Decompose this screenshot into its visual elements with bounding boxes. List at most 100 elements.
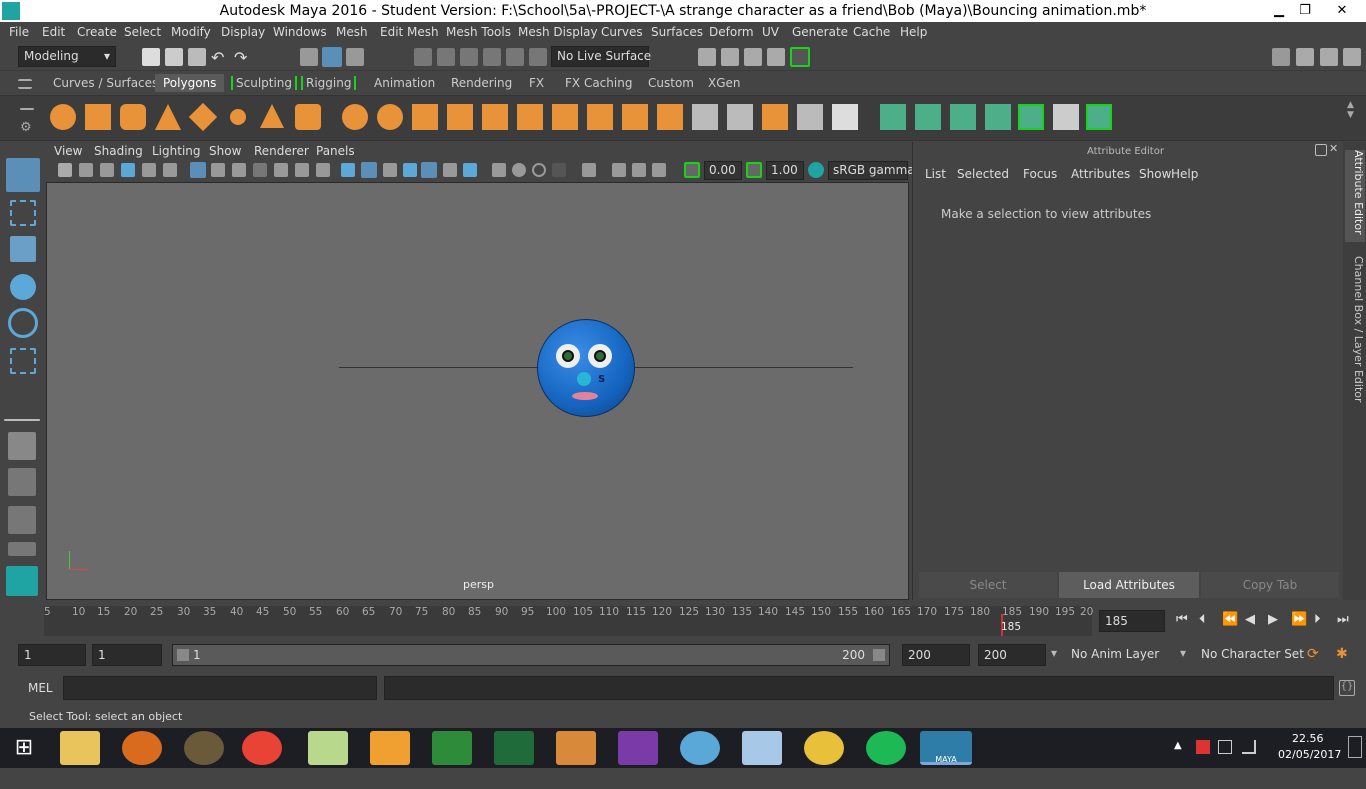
power-tray-icon[interactable] (1218, 740, 1232, 754)
attr-menu-show[interactable]: Show (1139, 167, 1171, 181)
depth-of-field-icon[interactable] (552, 163, 566, 177)
new-scene-icon[interactable] (142, 48, 160, 66)
tab-custom[interactable]: Custom (645, 76, 697, 90)
gate-mask-icon[interactable] (253, 163, 267, 177)
clock-date[interactable]: 02/05/2017 (1278, 748, 1341, 761)
speaker-app-icon[interactable] (184, 731, 224, 765)
scale-tool-icon[interactable] (10, 348, 36, 374)
offset-edge-loop-icon[interactable] (622, 104, 648, 130)
hypershade-icon[interactable] (790, 47, 810, 67)
smooth-icon[interactable] (447, 104, 473, 130)
field-chart-icon[interactable] (274, 163, 288, 177)
poly-plane-icon[interactable] (188, 102, 218, 132)
playback-start-field[interactable]: 1 (92, 644, 162, 666)
close-panel-icon[interactable]: ✕ (1329, 142, 1341, 155)
maya-taskbar-button[interactable]: MAYA (920, 731, 972, 765)
tab-channel-box[interactable]: Channel Box / Layer Editor (1345, 256, 1365, 403)
menu-mesh[interactable]: Mesh (336, 25, 368, 39)
insert-edge-loop-icon[interactable] (587, 104, 613, 130)
screen-space-ao-icon[interactable] (492, 163, 506, 177)
poly-cone-icon[interactable] (155, 104, 181, 130)
windows-start-icon[interactable]: ⊞ (4, 731, 44, 765)
attr-menu-attributes[interactable]: Attributes (1071, 167, 1130, 181)
select-tool-icon[interactable] (6, 158, 40, 192)
current-frame-field[interactable]: 185 (1099, 610, 1165, 632)
image-plane-icon[interactable] (121, 163, 135, 177)
undo-icon[interactable]: ↶ (211, 48, 229, 67)
tab-polygons[interactable]: Polygons (155, 74, 225, 92)
attribute-editor-toggle-icon[interactable] (1343, 48, 1361, 66)
save-scene-icon[interactable] (188, 48, 206, 66)
poly-cylinder-icon[interactable] (120, 104, 146, 130)
maya-home-icon[interactable] (6, 566, 38, 596)
poly-pipe-icon[interactable] (295, 104, 321, 130)
media-player-icon[interactable] (370, 731, 410, 765)
character-set-dropdown[interactable]: No Character Set (1196, 644, 1304, 666)
snap-point-icon[interactable] (460, 48, 478, 66)
spotify-icon[interactable] (866, 731, 906, 765)
anim-layer-dropdown[interactable]: No Anim Layer (1066, 644, 1174, 666)
safe-action-icon[interactable] (295, 163, 309, 177)
bookmark-icon[interactable] (100, 163, 114, 177)
panel-menu-view[interactable]: View (54, 144, 82, 158)
open-scene-icon[interactable] (165, 48, 183, 66)
redo-icon[interactable]: ↷ (234, 48, 252, 67)
panel-menu-panels[interactable]: Panels (316, 144, 355, 158)
film-gate-icon[interactable] (211, 163, 225, 177)
menu-create[interactable]: Create (77, 25, 117, 39)
step-back-key-icon[interactable]: ⏪ (1222, 612, 1240, 630)
step-forward-icon[interactable]: ⏵ (1314, 612, 1332, 630)
color-space-field[interactable]: sRGB gamma (828, 161, 915, 180)
notes-app-icon[interactable] (742, 731, 782, 765)
textured-icon[interactable] (403, 163, 417, 177)
tab-rigging[interactable]: Rigging (301, 76, 357, 90)
snap-view-icon[interactable] (483, 48, 501, 66)
time-ruler[interactable]: 5 10 15 20 25 30 35 40 45 50 55 60 65 70… (44, 606, 1093, 636)
mel-label[interactable]: MEL (28, 681, 53, 695)
paint-icon[interactable] (680, 731, 720, 765)
live-surface-field[interactable]: No Live Surface (551, 46, 651, 67)
use-lights-icon[interactable] (383, 163, 397, 177)
sticky-notes-icon[interactable] (308, 731, 348, 765)
anti-aliasing-icon[interactable] (532, 163, 546, 177)
camtasia-icon[interactable] (432, 731, 472, 765)
render-settings-icon[interactable] (767, 48, 785, 66)
range-handle-end[interactable] (873, 649, 885, 661)
file-explorer-icon[interactable] (60, 731, 100, 765)
uv-planar-icon[interactable] (880, 104, 906, 130)
menu-uv[interactable]: UV (762, 25, 779, 39)
viewport[interactable]: S persp (46, 182, 909, 600)
step-back-icon[interactable]: ⏴ (1199, 612, 1217, 630)
menu-deform[interactable]: Deform (709, 25, 754, 39)
tab-xgen[interactable]: XGen (705, 76, 744, 90)
attr-menu-list[interactable]: List (925, 167, 946, 181)
isolate-select-icon[interactable] (582, 163, 596, 177)
color-management-icon[interactable] (808, 162, 824, 178)
play-forward-icon[interactable]: ▶ (1268, 612, 1286, 630)
play-backward-icon[interactable]: ◀ (1245, 612, 1263, 630)
select-component-icon[interactable] (346, 48, 364, 66)
tab-attribute-editor[interactable]: Attribute Editor (1345, 150, 1365, 242)
camera-attributes-icon[interactable] (79, 163, 93, 177)
modeling-toolkit-icon[interactable] (1272, 48, 1290, 66)
attr-menu-selected[interactable]: Selected (957, 167, 1009, 181)
uv-editor-icon[interactable] (1086, 104, 1112, 130)
menu-windows[interactable]: Windows (273, 25, 327, 39)
shelf-menu-icon[interactable] (18, 79, 32, 89)
snap-grid-icon[interactable] (414, 48, 432, 66)
safe-title-icon[interactable] (316, 163, 330, 177)
command-input[interactable] (63, 676, 377, 700)
app-lightning-icon[interactable] (122, 731, 162, 765)
panel-menu-renderer[interactable]: Renderer (254, 144, 309, 158)
shadows-icon[interactable] (463, 163, 477, 177)
multi-cut-icon[interactable] (552, 104, 578, 130)
gamma-field[interactable]: 1.00 (766, 161, 804, 180)
maximize-button[interactable]: ❐ (1290, 1, 1320, 21)
extrude-icon[interactable] (482, 104, 508, 130)
exposure-field[interactable]: 0.00 (704, 161, 742, 180)
menu-curves[interactable]: Curves (601, 25, 643, 39)
step-forward-key-icon[interactable]: ⏩ (1291, 612, 1309, 630)
clock-time[interactable]: 22.56 (1292, 732, 1324, 745)
collapse-icon[interactable] (762, 104, 788, 130)
disc-app-icon[interactable] (804, 731, 844, 765)
